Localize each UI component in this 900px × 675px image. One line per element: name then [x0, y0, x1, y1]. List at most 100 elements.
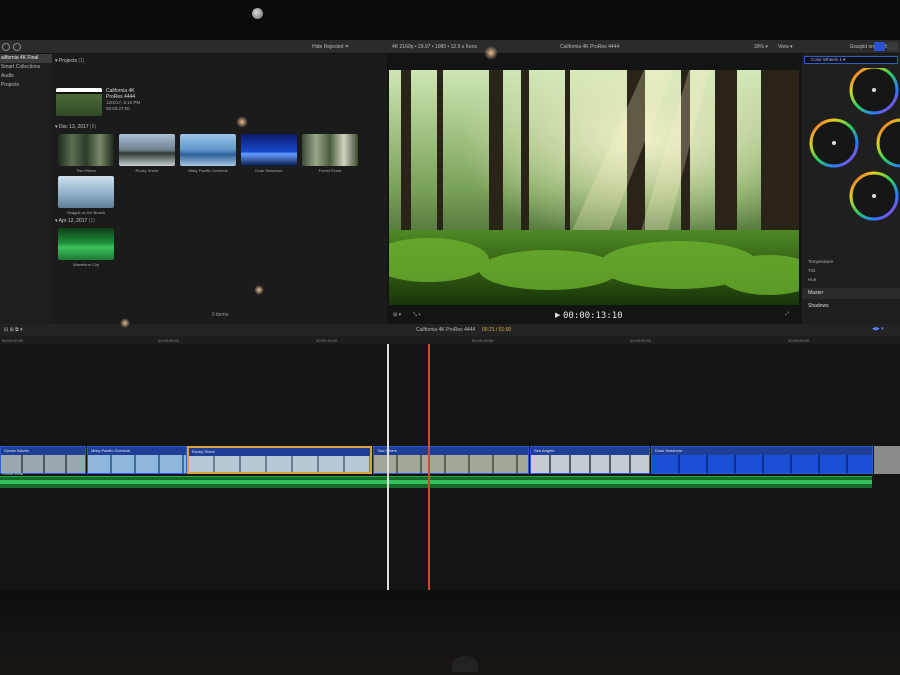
timeline-end-clip[interactable] — [874, 446, 900, 474]
sidebar-item-audio[interactable]: Audio — [0, 72, 52, 81]
reflection-dot — [236, 116, 248, 128]
clip-label: Forest Ferns — [318, 168, 342, 173]
reflection-dot — [120, 318, 130, 328]
clip-thumbnail[interactable] — [119, 134, 175, 166]
reflection-dot — [254, 285, 264, 295]
hide-rejected-filter[interactable]: Hide Rejected ≑ — [312, 44, 349, 50]
event1-date: Dec 13, 2017 — [58, 124, 89, 130]
timeline-clip-selected[interactable]: Rocky Shore — [187, 446, 372, 474]
event2-date: Apr 12, 2017 — [58, 218, 88, 224]
timeline-toolbar: ⊟ ⊞ ⧉ ▾ California 4K ProRes 4444 00:21 … — [0, 324, 900, 336]
video-frame[interactable] — [389, 70, 799, 305]
audio-waveform — [0, 480, 872, 484]
ruler-tick: 00:00:20:00 — [630, 338, 652, 343]
clip-thumbnail[interactable] — [180, 134, 236, 166]
hue-row[interactable]: Hue — [808, 277, 816, 282]
ruler-tick: 00:00:25:00 — [788, 338, 810, 343]
timeline-project-name: California 4K ProRes 4444 — [416, 327, 476, 333]
timeline-ruler[interactable]: 00:00:00:00 00:00:05:00 00:00:10:00 00:0… — [0, 336, 900, 344]
show-timeline-button[interactable] — [887, 42, 898, 51]
format-info: 4K 2160p • 29.97 • 1080 • 12.5 s Kens — [392, 44, 478, 50]
clip-thumbnail[interactable] — [58, 228, 114, 260]
timeline-clip[interactable]: Dusk Seashore — [651, 446, 873, 474]
clip-label: Waveform Clip — [72, 262, 100, 267]
master-wheel[interactable] — [849, 68, 899, 115]
view-menu[interactable]: View ▾ — [778, 44, 793, 50]
clip-filmstrip — [189, 456, 370, 472]
clip-filmstrip — [88, 455, 186, 473]
timeline-index-button[interactable]: ⊟ ⊞ ⧉ ▾ — [4, 327, 23, 333]
monitor-bezel-top — [0, 0, 900, 40]
ruler-tick: 00:00:05:00 — [158, 338, 180, 343]
audio-track[interactable]: Ocean Beat — [0, 471, 872, 488]
clip-name: Sea Angels — [534, 448, 555, 453]
zoom-menu[interactable]: 39% ▾ — [754, 44, 768, 50]
show-inspector-button[interactable] — [874, 42, 885, 51]
clip-label: Seagull on the Beach — [66, 210, 106, 215]
color-wheels[interactable] — [802, 68, 900, 268]
temperature-row[interactable]: Temperature — [808, 259, 833, 264]
midtones-wheel[interactable] — [876, 118, 900, 168]
playhead[interactable] — [428, 344, 430, 590]
viewer-options-icon[interactable]: ⊞ ▾ — [393, 312, 401, 318]
library-sidebar: alifornia 4K Final Smart Collections Aud… — [0, 54, 52, 324]
timeline-clip[interactable]: Two Hikers — [373, 446, 529, 474]
clip-thumbnail[interactable] — [58, 176, 114, 208]
projects-section-header[interactable]: ▾ Projects (1) — [55, 58, 84, 64]
ruler-tick: 00:00:10:00 — [316, 338, 338, 343]
clip-label: Rocky Shore — [135, 168, 159, 173]
clip-filmstrip — [374, 455, 528, 473]
event2-header[interactable]: ▾ Apr 12, 2017 (1) — [55, 218, 95, 224]
shadows-wheel[interactable] — [809, 118, 859, 168]
camera-lens — [252, 8, 263, 19]
clip-filmstrip — [531, 455, 649, 473]
sidebar-item-projects[interactable]: Projects — [0, 81, 52, 90]
app-window: Hide Rejected ≑ 4K 2160p • 29.97 • 1080 … — [0, 40, 900, 590]
clip-label: Dusk Seashore — [255, 168, 283, 173]
timeline-zoom-icon[interactable]: ◀▶ ▾ — [872, 326, 884, 332]
color-wheels-dropdown[interactable]: Color Wheels 1 ▾ — [804, 56, 898, 64]
project-thumbnail[interactable] — [56, 88, 102, 116]
browser-item-count: 6 items — [212, 312, 229, 318]
timeline[interactable]: Ocean Waves Misty Pacific Overlook Rocky… — [0, 344, 900, 590]
highlights-wheel[interactable] — [849, 171, 899, 221]
sidebar-item-library[interactable]: alifornia 4K Final — [0, 54, 52, 63]
projects-header: Projects — [58, 58, 77, 64]
import-icon[interactable] — [2, 43, 10, 51]
shadows-tab[interactable]: Shadows — [802, 301, 900, 312]
viewer-timecode: 00:00:13:10 — [563, 311, 623, 321]
event1-header[interactable]: ▾ Dec 13, 2017 (6) — [55, 124, 96, 130]
play-button[interactable]: ▶ — [555, 311, 560, 319]
master-tab[interactable]: Master — [802, 288, 900, 299]
event-browser: ▾ Projects (1) California 4K ProRes 4444… — [52, 54, 387, 324]
timeline-clip[interactable]: Ocean Waves — [0, 446, 86, 474]
tint-row[interactable]: Tint — [808, 268, 815, 273]
timeline-clip[interactable]: Misty Pacific Overlook — [87, 446, 187, 474]
clip-name: Dusk Seashore — [655, 448, 683, 453]
timeline-position: 00:21 / 01:00 — [482, 327, 512, 333]
ruler-tick: 00:00:00:00 — [2, 338, 24, 343]
project-info: California 4K ProRes 4444 12/4/17, 6:16 … — [106, 88, 140, 112]
event2-count: (1) — [88, 218, 95, 224]
timeline-clip[interactable]: Sea Angels — [530, 446, 650, 474]
forest-video-image — [389, 70, 799, 305]
viewer-panel: ⊞ ▾ ⤡ ▾ ▶ 00:00:13:10 ⤢ — [387, 54, 802, 324]
color-inspector: Color Wheels 1 ▾ Temperature Tint Hue Ma… — [802, 54, 900, 324]
clip-thumbnail[interactable] — [241, 134, 297, 166]
event1-count: (6) — [90, 124, 97, 130]
skimmer-line[interactable] — [387, 344, 389, 590]
transform-icon[interactable]: ⤡ ▾ — [413, 312, 421, 318]
clip-filmstrip — [652, 455, 872, 473]
clip-name: Misty Pacific Overlook — [91, 448, 131, 453]
sidebar-item-smart-collections[interactable]: Smart Collections — [0, 63, 52, 72]
clip-thumbnail[interactable] — [58, 134, 114, 166]
keyword-icon[interactable] — [13, 43, 21, 51]
reflection-dot — [484, 46, 498, 60]
clip-label: Misty Pacific Overlook — [188, 168, 228, 173]
clip-thumbnail[interactable] — [302, 134, 358, 166]
monitor-logo — [452, 656, 478, 672]
viewer-project-title: California 4K ProRes 4444 — [560, 44, 620, 50]
fullscreen-icon[interactable]: ⤢ — [785, 311, 789, 317]
clip-name: Ocean Waves — [4, 448, 29, 453]
top-toolbar: Hide Rejected ≑ 4K 2160p • 29.97 • 1080 … — [0, 40, 900, 54]
